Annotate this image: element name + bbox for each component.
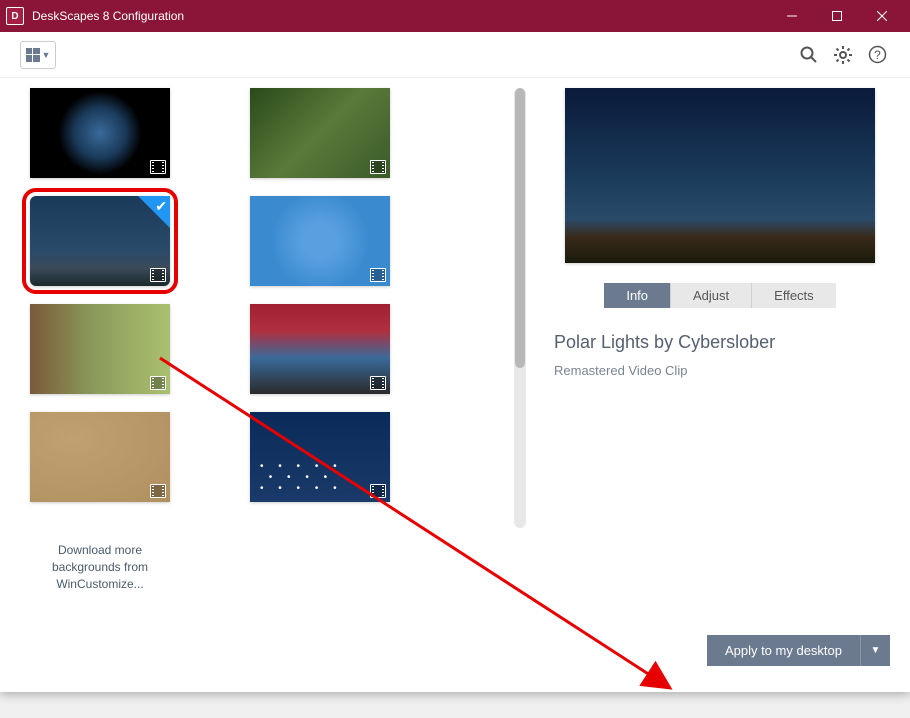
- thumbnail-grid: ✔: [20, 88, 500, 512]
- apply-row: Apply to my desktop ▼: [550, 635, 890, 672]
- video-icon: [150, 268, 166, 282]
- view-mode-button[interactable]: ▼: [20, 41, 56, 69]
- maximize-button[interactable]: [814, 0, 859, 32]
- apply-button[interactable]: Apply to my desktop: [707, 635, 860, 666]
- window-title: DeskScapes 8 Configuration: [32, 9, 769, 23]
- thumbnail-blue-rings[interactable]: [250, 196, 390, 286]
- preview-image: [565, 88, 875, 263]
- thumbnail-forest[interactable]: [250, 88, 390, 178]
- video-icon: [370, 268, 386, 282]
- tab-adjust[interactable]: Adjust: [671, 283, 752, 308]
- check-icon: ✔: [155, 198, 167, 215]
- download-text-1: Download more: [58, 543, 142, 557]
- close-button[interactable]: [859, 0, 904, 32]
- tab-info[interactable]: Info: [604, 283, 671, 308]
- search-icon[interactable]: [796, 42, 822, 68]
- scrollbar-thumb[interactable]: [515, 88, 525, 368]
- content-area: ✔ Download more backgrounds from WinCust…: [0, 78, 910, 692]
- wallpaper-subtitle: Remastered Video Clip: [554, 363, 890, 378]
- wallpaper-title: Polar Lights by Cyberslober: [554, 332, 890, 353]
- video-icon: [370, 484, 386, 498]
- toolbar: ▼ ?: [0, 32, 910, 78]
- tab-effects[interactable]: Effects: [752, 283, 836, 308]
- video-icon: [150, 376, 166, 390]
- gallery-panel: ✔ Download more backgrounds from WinCust…: [20, 88, 500, 672]
- app-window: D DeskScapes 8 Configuration ▼ ?: [0, 0, 910, 692]
- help-icon[interactable]: ?: [864, 42, 890, 68]
- svg-text:?: ?: [874, 48, 881, 62]
- video-icon: [150, 160, 166, 174]
- thumbnail-red-car[interactable]: [250, 304, 390, 394]
- apply-dropdown-button[interactable]: ▼: [860, 635, 890, 666]
- download-text-3: WinCustomize...: [56, 577, 143, 591]
- download-link[interactable]: Download more backgrounds from WinCustom…: [30, 542, 170, 592]
- video-icon: [370, 160, 386, 174]
- thumbnail-tree-bark[interactable]: [30, 304, 170, 394]
- titlebar: D DeskScapes 8 Configuration: [0, 0, 910, 32]
- window-controls: [769, 0, 904, 32]
- minimize-button[interactable]: [769, 0, 814, 32]
- gear-icon[interactable]: [830, 42, 856, 68]
- grid-icon: [26, 48, 40, 62]
- thumbnail-earth[interactable]: [30, 88, 170, 178]
- preview-panel: Info Adjust Effects Polar Lights by Cybe…: [540, 88, 890, 672]
- video-icon: [150, 484, 166, 498]
- gallery-scrollbar[interactable]: [514, 88, 526, 528]
- preview-tabs: Info Adjust Effects: [550, 283, 890, 308]
- app-icon: D: [6, 7, 24, 25]
- download-text-2: backgrounds from: [52, 560, 148, 574]
- thumbnail-snowfall[interactable]: [250, 412, 390, 502]
- thumbnail-polar-lights[interactable]: ✔: [30, 196, 170, 286]
- video-icon: [370, 376, 386, 390]
- chevron-down-icon: ▼: [42, 50, 51, 60]
- thumbnail-sand[interactable]: [30, 412, 170, 502]
